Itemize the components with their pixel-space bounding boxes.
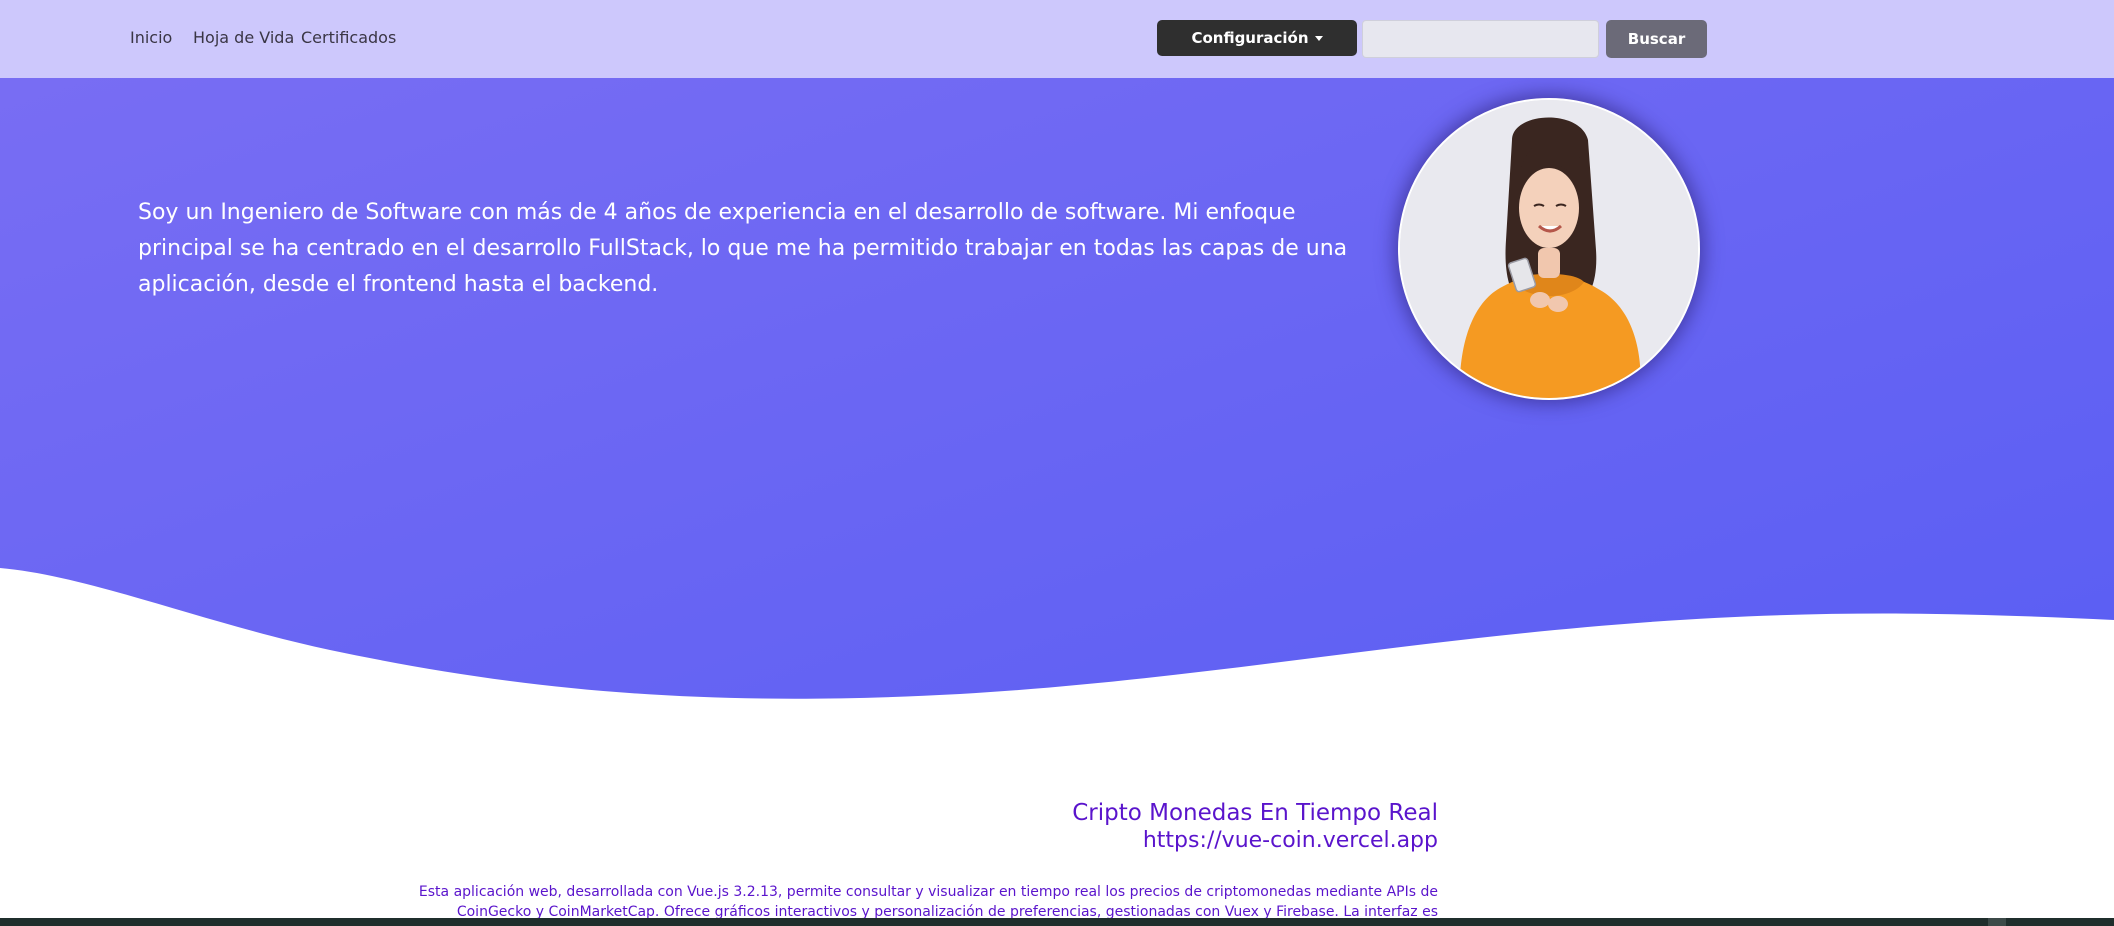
project-description: Esta aplicación web, desarrollada con Vu…	[418, 884, 1438, 920]
nav-link-certificados[interactable]: Certificados	[301, 28, 396, 47]
profile-avatar	[1398, 98, 1700, 400]
nav-link-hoja-de-vida[interactable]: Hoja de Vida	[193, 28, 294, 47]
scrollbar-thumb[interactable]	[1988, 918, 2006, 926]
top-navbar: Inicio Hoja de Vida Certificados Configu…	[0, 0, 2114, 78]
config-label: Configuración	[1191, 29, 1309, 47]
hero-intro-text: Soy un Ingeniero de Software con más de …	[138, 200, 1348, 297]
page: Inicio Hoja de Vida Certificados Configu…	[0, 0, 2114, 926]
horizontal-scrollbar[interactable]	[0, 918, 2114, 926]
project-url-link[interactable]: https://vue-coin.vercel.app	[1143, 828, 1438, 853]
hero-background	[0, 0, 2114, 699]
caret-down-icon	[1314, 36, 1323, 41]
search-button[interactable]: Buscar	[1606, 20, 1707, 58]
person-with-phone-photo	[1400, 100, 1698, 398]
search-input[interactable]	[1362, 20, 1599, 58]
project-title: Cripto Monedas En Tiempo Real	[1072, 800, 1438, 826]
nav-link-inicio[interactable]: Inicio	[130, 28, 172, 47]
config-dropdown-button[interactable]: Configuración	[1157, 20, 1357, 56]
hero-wave	[0, 0, 2114, 699]
